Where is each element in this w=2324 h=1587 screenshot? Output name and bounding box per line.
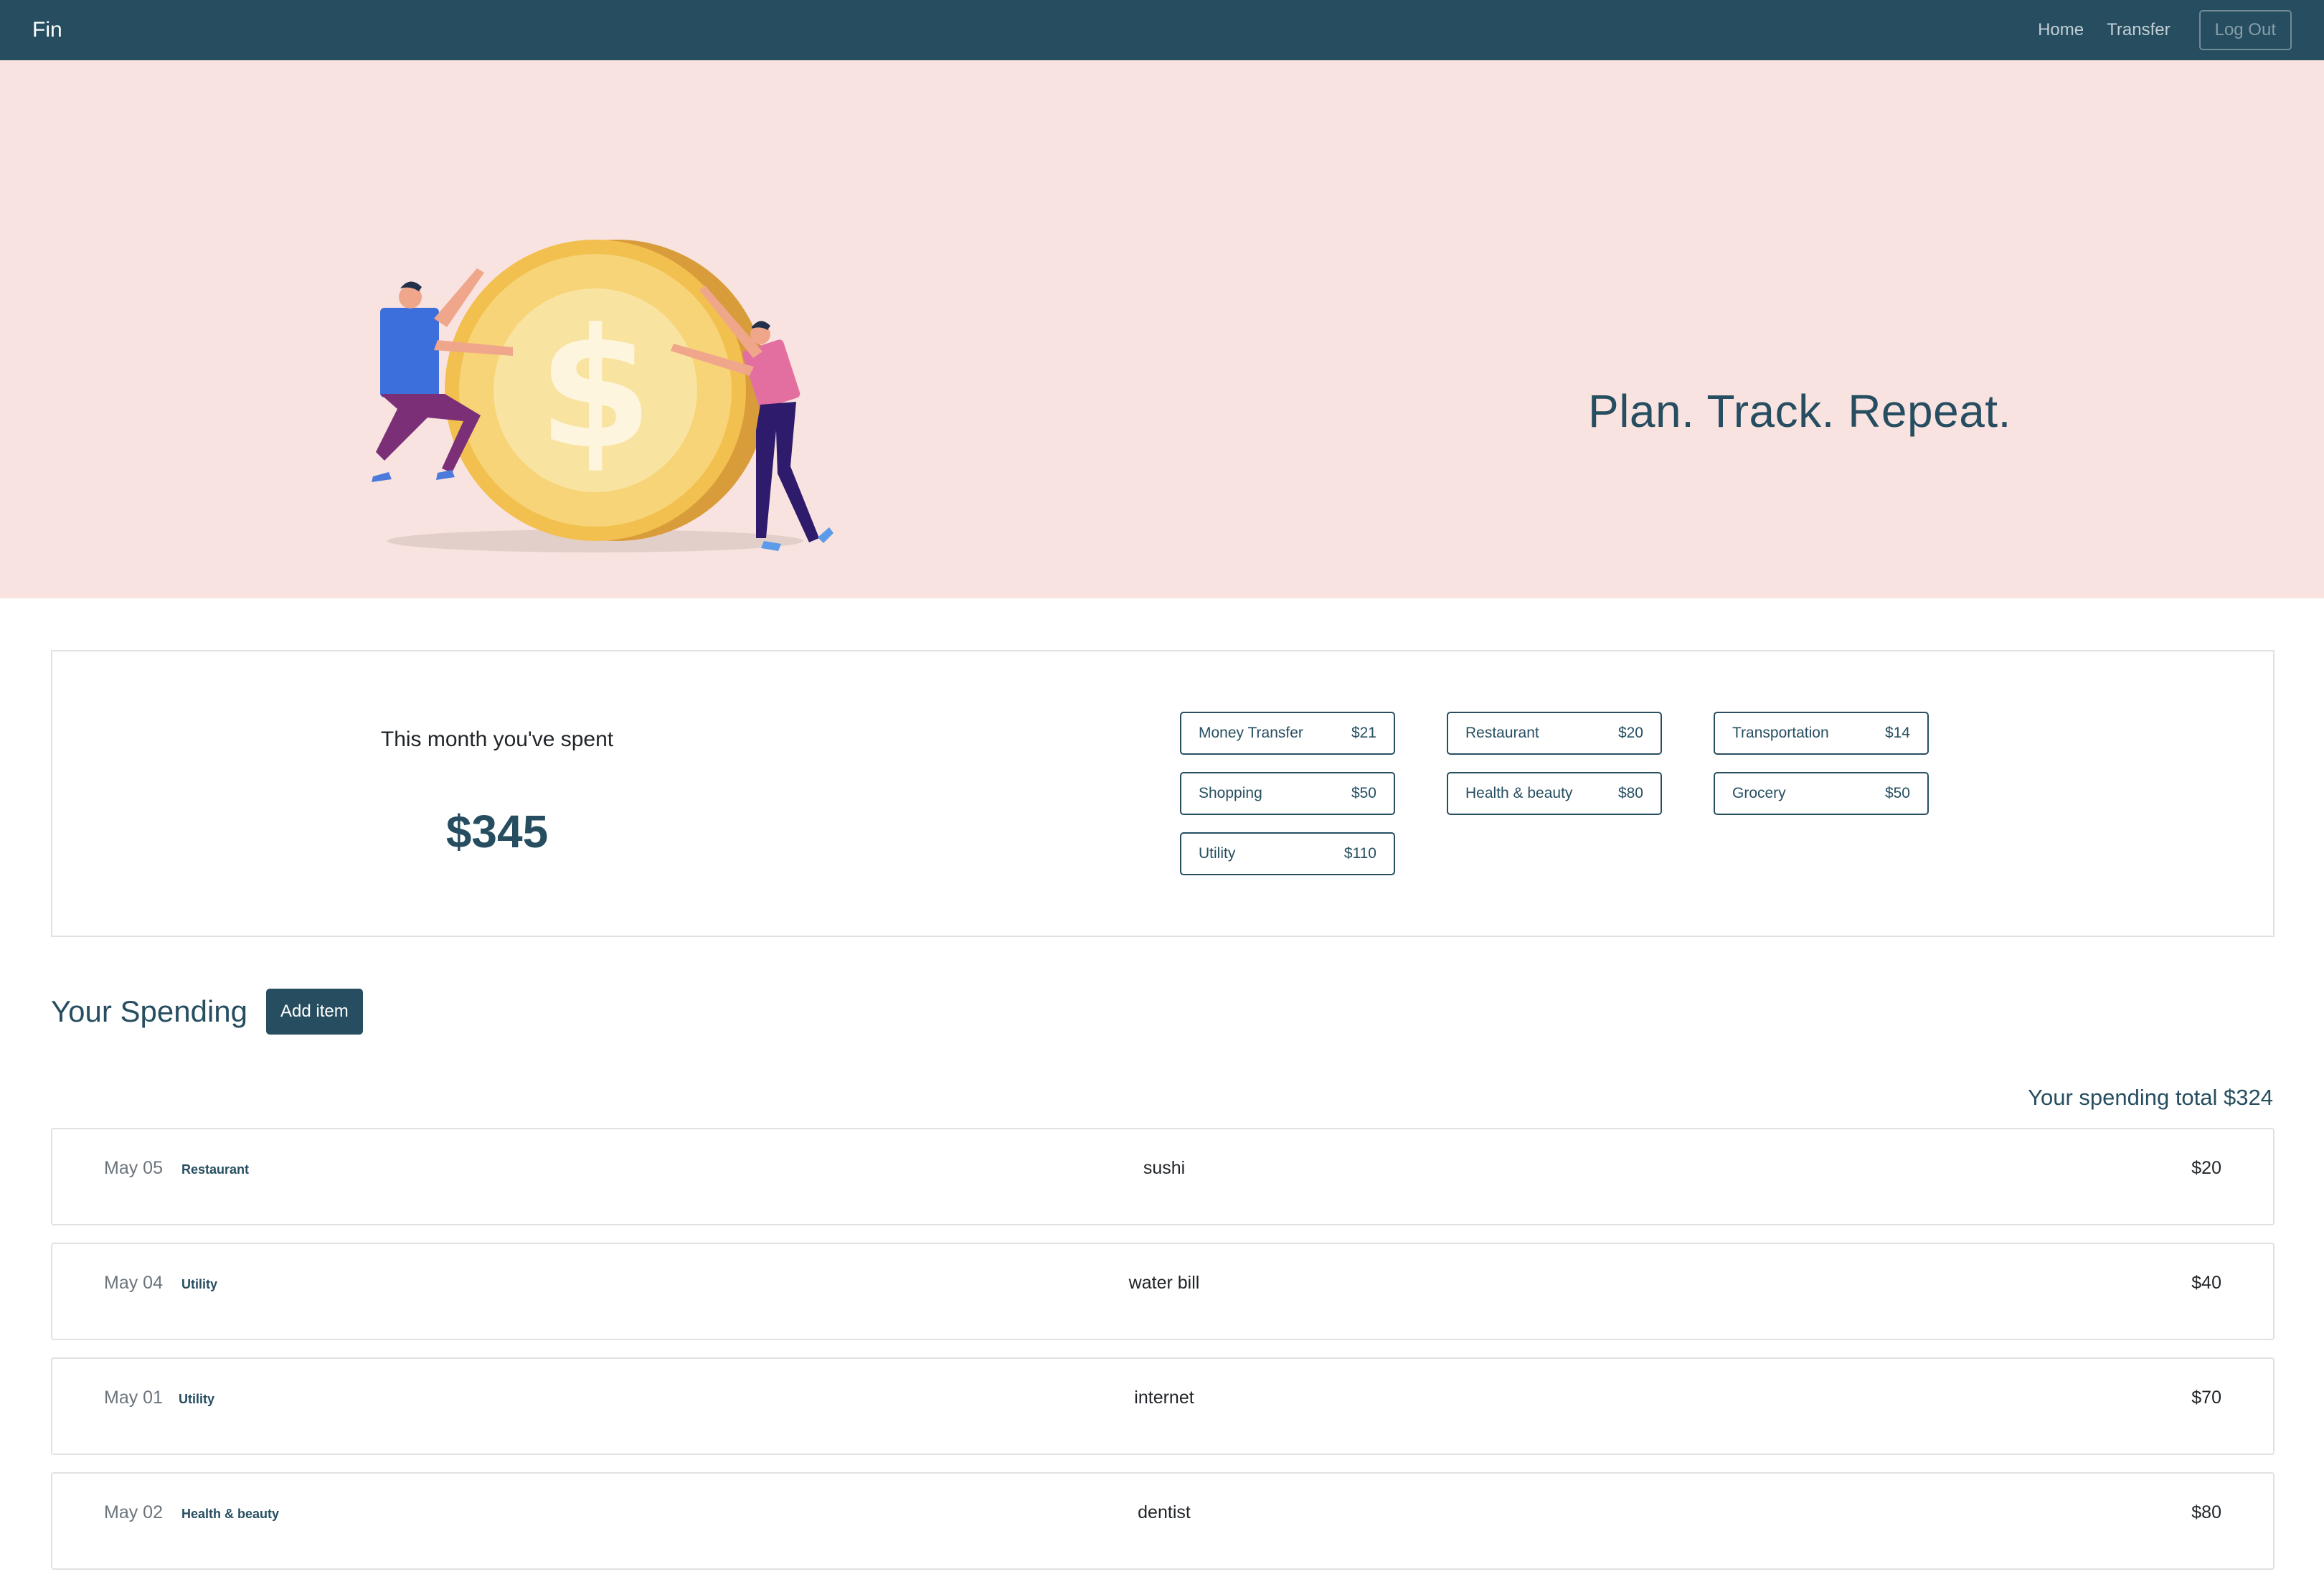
transaction-row[interactable]: May 02 Health & beauty dentist $80 (51, 1472, 2275, 1570)
category-amount: $80 (1617, 785, 1643, 801)
svg-text:$: $ (538, 294, 653, 486)
category-name: Grocery (1732, 785, 1786, 801)
logout-button[interactable]: Log Out (2198, 10, 2292, 50)
category-amount: $20 (1617, 725, 1643, 741)
category-amount: $21 (1351, 725, 1376, 741)
transaction-description: internet (1134, 1388, 1194, 1408)
category-name: Health & beauty (1465, 785, 1573, 801)
transaction-row[interactable]: May 05 Restaurant sushi $20 (51, 1128, 2275, 1225)
hero-tagline: Plan. Track. Repeat. (1588, 385, 2011, 437)
transaction-row[interactable]: May 04 Utility water bill $40 (51, 1243, 2275, 1340)
category-chip-utility[interactable]: Utility $110 (1180, 832, 1395, 875)
category-chip-shopping[interactable]: Shopping $50 (1180, 772, 1395, 815)
transaction-description: sushi (1143, 1158, 1186, 1178)
two-people-pushing-coin-icon: $ (372, 240, 833, 552)
transaction-list: May 05 Restaurant sushi $20 May 04 Utili… (51, 1128, 2275, 1587)
transaction-description: dentist (1138, 1502, 1191, 1522)
transaction-amount: $40 (2191, 1273, 2221, 1293)
transaction-amount: $20 (2191, 1158, 2221, 1178)
transaction-row[interactable]: May 01 Utility internet $70 (51, 1357, 2275, 1455)
spending-total: Your spending total $324 (2028, 1085, 2273, 1110)
nav-links: Home Transfer Log Out (2015, 10, 2292, 50)
nav-link-transfer[interactable]: Transfer (2107, 20, 2170, 40)
category-chip-money-transfer[interactable]: Money Transfer $21 (1180, 712, 1395, 755)
month-spent-amount: $345 (445, 806, 549, 857)
category-amount: $110 (1343, 845, 1376, 862)
nav-link-home[interactable]: Home (2038, 20, 2084, 40)
spending-header: Your Spending Add item (51, 989, 363, 1035)
category-chip-restaurant[interactable]: Restaurant $20 (1447, 712, 1662, 755)
monthly-summary-card: This month you've spent $345 Money Trans… (51, 650, 2275, 937)
category-name: Utility (1199, 845, 1236, 862)
category-name: Transportation (1732, 725, 1829, 741)
add-item-button[interactable]: Add item (266, 989, 363, 1035)
month-spent-label: This month you've spent (380, 727, 614, 751)
category-chip-health-beauty[interactable]: Health & beauty $80 (1447, 772, 1662, 815)
transaction-description: water bill (1128, 1273, 1200, 1293)
transaction-amount: $80 (2191, 1502, 2221, 1522)
category-name: Shopping (1199, 785, 1262, 801)
category-chip-grocery[interactable]: Grocery $50 (1714, 772, 1929, 815)
brand-logo[interactable]: Fin (32, 18, 62, 42)
spending-title: Your Spending (51, 994, 248, 1028)
hero-banner: $ Plan. Track. Repeat. (0, 60, 2324, 598)
category-name: Money Transfer (1199, 725, 1303, 741)
category-chip-transportation[interactable]: Transportation $14 (1714, 712, 1929, 755)
category-amount: $50 (1884, 785, 1910, 801)
category-name: Restaurant (1465, 725, 1539, 741)
navbar: Fin Home Transfer Log Out (0, 0, 2324, 60)
transaction-amount: $70 (2191, 1388, 2221, 1408)
category-amount: $14 (1884, 725, 1910, 741)
category-amount: $50 (1351, 785, 1376, 801)
category-breakdown: Money Transfer $21 Restaurant $20 Transp… (1180, 712, 1929, 875)
